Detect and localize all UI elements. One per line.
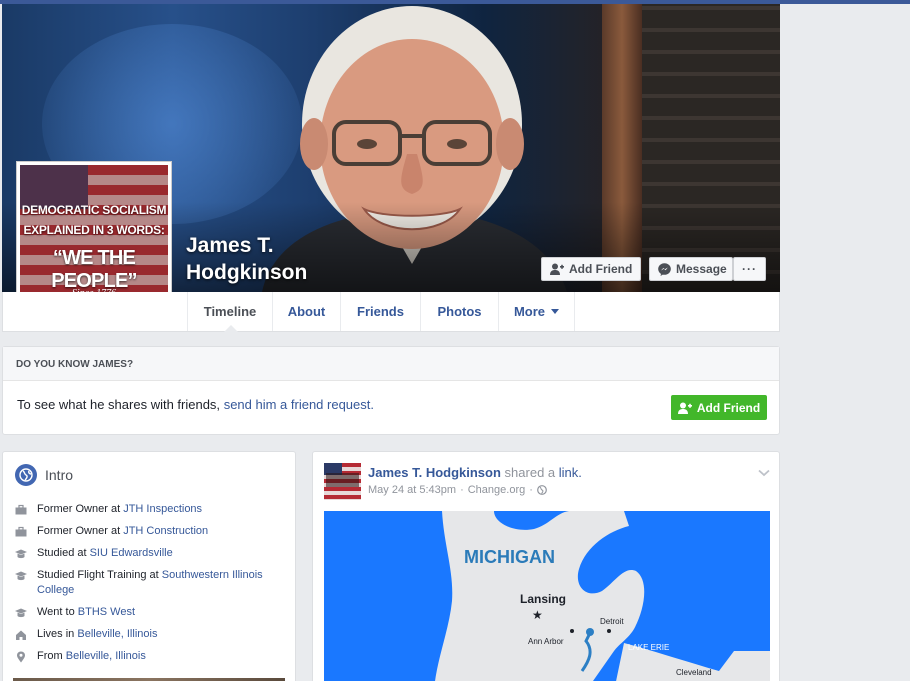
intro-item-text: From Belleville, Illinois xyxy=(37,649,146,664)
tab-about-label: About xyxy=(287,304,326,319)
location-pin-icon xyxy=(15,651,27,663)
intro-item-link[interactable]: SIU Edwardsville xyxy=(90,547,173,559)
post-header: James T. Hodgkinson shared a link. xyxy=(368,465,582,480)
intro-item-text: Lives in Belleville, Illinois xyxy=(37,627,157,642)
profile-picture-image: DEMOCRATIC SOCIALISM EXPLAINED IN 3 WORD… xyxy=(20,165,168,313)
post-link-word[interactable]: link. xyxy=(559,465,582,480)
post-avatar[interactable] xyxy=(324,463,361,500)
intro-item-link[interactable]: BTHS West xyxy=(78,606,135,618)
intro-header: Intro xyxy=(15,464,73,486)
post-author-link[interactable]: James T. Hodgkinson xyxy=(368,465,501,480)
map-city-cleveland: Cleveland xyxy=(676,668,712,677)
intro-item-link[interactable]: JTH Construction xyxy=(123,525,208,537)
picture-text-line1: DEMOCRATIC SOCIALISM xyxy=(21,203,167,217)
home-icon xyxy=(15,629,27,641)
map-route-point xyxy=(586,628,594,636)
post-card: James T. Hodgkinson shared a link. May 2… xyxy=(312,451,780,681)
add-friend-button[interactable]: Add Friend xyxy=(541,257,642,281)
intro-title: Intro xyxy=(45,467,74,483)
public-globe-icon xyxy=(537,485,547,495)
intro-item-prefix: Studied Flight Training at xyxy=(37,569,162,581)
tab-friends[interactable]: Friends xyxy=(341,292,421,331)
map-city-dot xyxy=(607,629,611,633)
intro-item-prefix: Studied at xyxy=(37,547,90,559)
map-city-lansing: Lansing xyxy=(520,592,566,606)
intro-item: Studied Flight Training at Southwestern … xyxy=(15,568,285,598)
tab-friends-label: Friends xyxy=(357,304,404,319)
tab-photos[interactable]: Photos xyxy=(421,292,499,331)
intro-item: From Belleville, Illinois xyxy=(15,649,285,664)
intro-item-link[interactable]: JTH Inspections xyxy=(123,503,202,515)
intro-item-link[interactable]: Belleville, Illinois xyxy=(77,628,157,640)
do-you-know-heading: DO YOU KNOW JAMES? xyxy=(3,347,779,381)
avatar-text-band xyxy=(326,473,359,487)
send-friend-request-link[interactable]: send him a friend request. xyxy=(224,397,374,412)
intro-item-text: Former Owner at JTH Inspections xyxy=(37,502,202,517)
tab-timeline-label: Timeline xyxy=(203,304,257,319)
intro-item-prefix: From xyxy=(37,650,66,662)
map-city-dot xyxy=(570,629,574,633)
tab-about[interactable]: About xyxy=(273,292,341,331)
right-gutter xyxy=(781,4,910,681)
active-tab-pointer xyxy=(224,325,238,332)
more-options-button[interactable]: ··· xyxy=(733,257,766,281)
map-city-detroit: Detroit xyxy=(600,617,624,626)
globe-icon xyxy=(15,464,37,486)
more-options-label: ··· xyxy=(742,262,757,276)
do-you-know-message: To see what he shares with friends, xyxy=(17,397,221,412)
graduation-cap-icon xyxy=(15,548,27,560)
picture-text-line2: EXPLAINED IN 3 WORDS: xyxy=(23,223,165,237)
add-friend-icon xyxy=(550,263,564,275)
intro-item: Went to BTHS West xyxy=(15,605,285,620)
post-link-map-image[interactable]: MICHIGAN Lansing ★ Detroit Ann Arbor LAK… xyxy=(324,511,770,681)
intro-item-text: Studied Flight Training at Southwestern … xyxy=(37,568,285,598)
graduation-cap-icon xyxy=(15,570,27,582)
map-title: MICHIGAN xyxy=(464,547,555,567)
briefcase-icon xyxy=(15,504,27,516)
profile-name[interactable]: James T. Hodgkinson xyxy=(186,232,366,286)
intro-item-link[interactable]: Belleville, Illinois xyxy=(66,650,146,662)
chevron-down-icon xyxy=(551,309,560,314)
capital-star-icon: ★ xyxy=(532,608,543,622)
intro-card: Intro Former Owner at JTH Inspections Fo… xyxy=(2,451,296,681)
meta-separator: · xyxy=(460,484,464,496)
tab-more-label: More xyxy=(513,304,546,319)
do-you-know-text: To see what he shares with friends, send… xyxy=(17,397,374,412)
tab-more[interactable]: More xyxy=(499,292,575,331)
post-options-chevron-icon[interactable] xyxy=(758,464,770,482)
intro-item: Former Owner at JTH Construction xyxy=(15,524,285,539)
add-friend-green-button[interactable]: Add Friend xyxy=(671,395,767,420)
intro-item-prefix: Went to xyxy=(37,606,78,618)
add-friend-label: Add Friend xyxy=(569,262,633,276)
intro-item-text: Went to BTHS West xyxy=(37,605,135,620)
post-timestamp[interactable]: May 24 at 5:43pm xyxy=(368,484,456,496)
message-button[interactable]: Message xyxy=(649,257,733,281)
intro-item-prefix: Lives in xyxy=(37,628,78,640)
intro-item: Lives in Belleville, Illinois xyxy=(15,627,285,642)
graduation-cap-icon xyxy=(15,607,27,619)
intro-item-prefix: Former Owner at xyxy=(37,525,124,537)
intro-item: Studied at SIU Edwardsville xyxy=(15,546,285,561)
profile-nav-bar: Timeline About Friends Photos More xyxy=(2,292,780,332)
post-source[interactable]: Change.org xyxy=(468,484,526,496)
message-label: Message xyxy=(676,262,727,276)
post-verb: shared a xyxy=(504,465,556,480)
intro-item-text: Studied at SIU Edwardsville xyxy=(37,546,173,561)
picture-text-line3: “WE THE PEOPLE” xyxy=(51,247,137,292)
briefcase-icon xyxy=(15,526,27,538)
intro-item: Former Owner at JTH Inspections xyxy=(15,502,285,517)
messenger-icon xyxy=(658,262,671,276)
do-you-know-box: DO YOU KNOW JAMES? To see what he shares… xyxy=(2,346,780,435)
intro-item-text: Former Owner at JTH Construction xyxy=(37,524,208,539)
add-friend-icon xyxy=(677,402,692,414)
add-friend-green-label: Add Friend xyxy=(696,400,761,415)
tab-photos-label: Photos xyxy=(437,304,482,319)
intro-item-prefix: Former Owner at xyxy=(37,503,124,515)
meta-separator: · xyxy=(529,484,533,496)
map-city-ann-arbor: Ann Arbor xyxy=(528,637,564,646)
post-meta: May 24 at 5:43pm · Change.org · xyxy=(368,484,547,496)
intro-list: Former Owner at JTH Inspections Former O… xyxy=(15,502,285,671)
map-lake-label: LAKE ERIE xyxy=(628,643,669,652)
